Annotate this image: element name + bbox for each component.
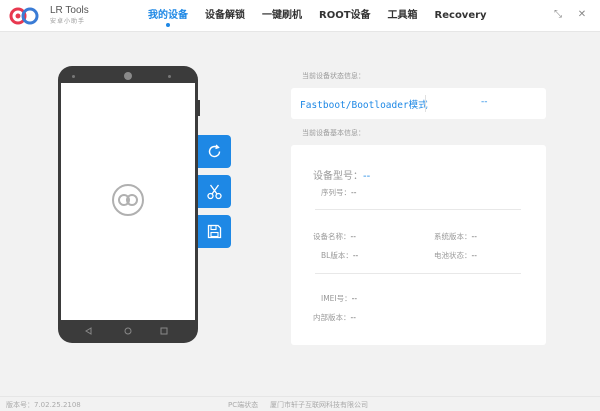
divider bbox=[315, 273, 521, 274]
app-name: LR Tools bbox=[50, 5, 89, 16]
imei-value: -- bbox=[351, 294, 358, 303]
device-model-label: 设备型号： bbox=[313, 171, 363, 182]
tab-root-device[interactable]: ROOT设备 bbox=[319, 0, 371, 32]
device-model-value: -- bbox=[363, 171, 371, 182]
tab-one-click-flash[interactable]: 一键刷机 bbox=[262, 0, 302, 32]
basic-info-section-label: 当前设备基本信息： bbox=[302, 129, 365, 137]
bl-version-label: BL版本： bbox=[321, 251, 353, 260]
system-version-value: -- bbox=[471, 232, 477, 241]
phone-soft-keys bbox=[85, 327, 168, 335]
app-subtitle: 安卓小助手 bbox=[50, 18, 86, 25]
tab-toolbox[interactable]: 工具箱 bbox=[388, 0, 418, 32]
phone-sensor-icon bbox=[168, 75, 171, 78]
battery-status-label: 电池状态： bbox=[434, 251, 472, 260]
pc-status: PC端状态 bbox=[228, 401, 259, 409]
phone-sensor-icon bbox=[72, 75, 75, 78]
imei: IMEI号：-- bbox=[321, 293, 357, 304]
close-window-icon[interactable]: ✕ bbox=[575, 8, 589, 22]
tab-device-unlock[interactable]: 设备解锁 bbox=[205, 0, 245, 32]
phone-screen bbox=[61, 83, 195, 320]
device-name-value: -- bbox=[350, 232, 356, 241]
divider bbox=[315, 209, 521, 210]
system-version: 系统版本：-- bbox=[434, 231, 477, 242]
serial-number-label: 序列号： bbox=[321, 188, 351, 197]
tab-recovery[interactable]: Recovery bbox=[435, 0, 487, 32]
company-name: 厦门市轩子互联网科技有限公司 bbox=[270, 401, 368, 409]
status-section-label: 当前设备状态信息： bbox=[302, 72, 365, 80]
restore-window-icon[interactable]: ⤡ bbox=[551, 8, 565, 22]
lr-tools-logo-icon bbox=[9, 7, 39, 25]
phone-mockup bbox=[58, 66, 198, 343]
screenshot-button[interactable] bbox=[198, 175, 231, 208]
imei-label: IMEI号： bbox=[321, 294, 352, 303]
bl-version-value: -- bbox=[352, 251, 359, 260]
refresh-icon bbox=[208, 144, 221, 158]
app-brand: LR Tools 安卓小助手 bbox=[50, 5, 89, 27]
device-name-label: 设备名称： bbox=[313, 232, 351, 241]
refresh-button[interactable] bbox=[198, 135, 231, 168]
save-backup-button[interactable] bbox=[198, 215, 231, 248]
internal-version-label: 内部版本： bbox=[313, 313, 351, 322]
device-mode-value: -- bbox=[481, 97, 488, 107]
internal-version: 内部版本：-- bbox=[313, 312, 356, 323]
status-bar: 版本号：7.02.25.2108 PC端状态 厦门市轩子互联网科技有限公司 bbox=[0, 396, 600, 411]
status-card: Fastboot/Bootloader模式 -- bbox=[291, 88, 546, 119]
internal-version-value: -- bbox=[350, 313, 356, 322]
basic-info-card: 设备型号：-- 序列号：-- 设备名称：-- 系统版本：-- BL版本：-- 电… bbox=[291, 145, 546, 345]
floppy-disk-icon bbox=[207, 224, 222, 239]
serial-number: 序列号：-- bbox=[321, 187, 356, 198]
title-bar: LR Tools 安卓小助手 我的设备 设备解锁 一键刷机 ROOT设备 工具箱… bbox=[0, 0, 600, 32]
battery-status: 电池状态：-- bbox=[434, 250, 477, 261]
divider bbox=[425, 95, 426, 112]
phone-power-button bbox=[197, 100, 200, 116]
phone-camera-icon bbox=[124, 72, 132, 80]
device-placeholder-icon bbox=[112, 184, 144, 216]
serial-number-value: -- bbox=[351, 188, 357, 197]
main-nav: 我的设备 设备解锁 一键刷机 ROOT设备 工具箱 Recovery bbox=[148, 0, 504, 32]
tab-my-device[interactable]: 我的设备 bbox=[148, 0, 188, 32]
device-name: 设备名称：-- bbox=[313, 231, 356, 242]
battery-status-value: -- bbox=[471, 251, 477, 260]
device-model: 设备型号：-- bbox=[313, 167, 370, 182]
system-version-label: 系统版本： bbox=[434, 232, 472, 241]
scissors-icon bbox=[207, 184, 222, 200]
device-mode: Fastboot/Bootloader模式 bbox=[300, 100, 428, 111]
version-number: 版本号：7.02.25.2108 bbox=[6, 401, 81, 409]
bl-version: BL版本：-- bbox=[321, 250, 358, 261]
